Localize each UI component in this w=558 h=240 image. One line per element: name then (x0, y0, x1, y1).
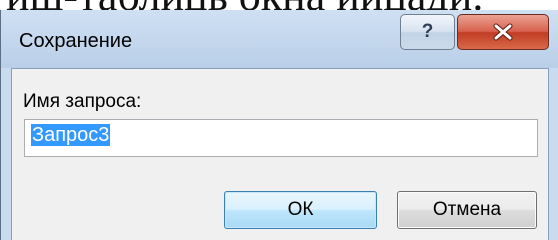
help-button[interactable]: ? (400, 14, 455, 50)
close-button[interactable] (457, 14, 549, 50)
save-dialog: Сохранение ? Имя запроса: Запрос3 ОК Отм… (0, 10, 558, 240)
dialog-body: Имя запроса: Запрос3 ОК Отмена (11, 68, 549, 240)
cancel-button[interactable]: Отмена (397, 191, 537, 229)
query-name-value: Запрос3 (31, 124, 111, 146)
ok-button[interactable]: ОК (224, 191, 377, 229)
query-name-label: Имя запроса: (23, 91, 142, 112)
help-icon: ? (421, 21, 434, 42)
query-name-input[interactable]: Запрос3 (24, 119, 538, 157)
dialog-title: Сохранение (19, 30, 133, 52)
close-icon (493, 23, 513, 41)
title-bar: Сохранение ? (1, 10, 558, 68)
